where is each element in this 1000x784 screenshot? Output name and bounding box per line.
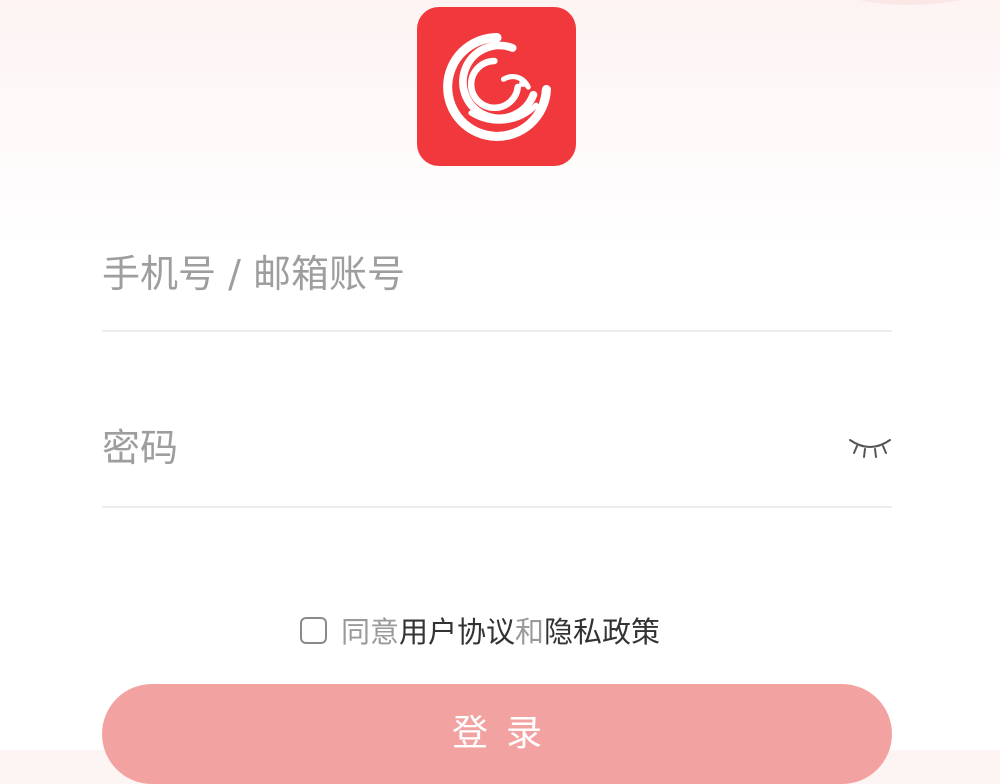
- closed-eye-icon[interactable]: [848, 432, 892, 460]
- agreement-prefix: 同意: [341, 615, 400, 649]
- password-field: [102, 418, 892, 508]
- user-agreement-link[interactable]: 用户协议: [399, 609, 515, 651]
- password-input[interactable]: [102, 418, 802, 478]
- login-button[interactable]: 登录: [102, 684, 892, 784]
- agreement-conjunction: 和: [515, 615, 545, 649]
- background-decoration: [780, 0, 1000, 5]
- account-input[interactable]: [102, 244, 802, 304]
- agreement-checkbox[interactable]: [300, 616, 327, 644]
- phoenix-logo-icon: [442, 32, 551, 141]
- app-logo: [417, 7, 576, 166]
- privacy-policy-link[interactable]: 隐私政策: [544, 609, 660, 651]
- account-field: [102, 244, 892, 332]
- agreement-row: 同意 用户协议 和 隐私政策: [300, 609, 660, 651]
